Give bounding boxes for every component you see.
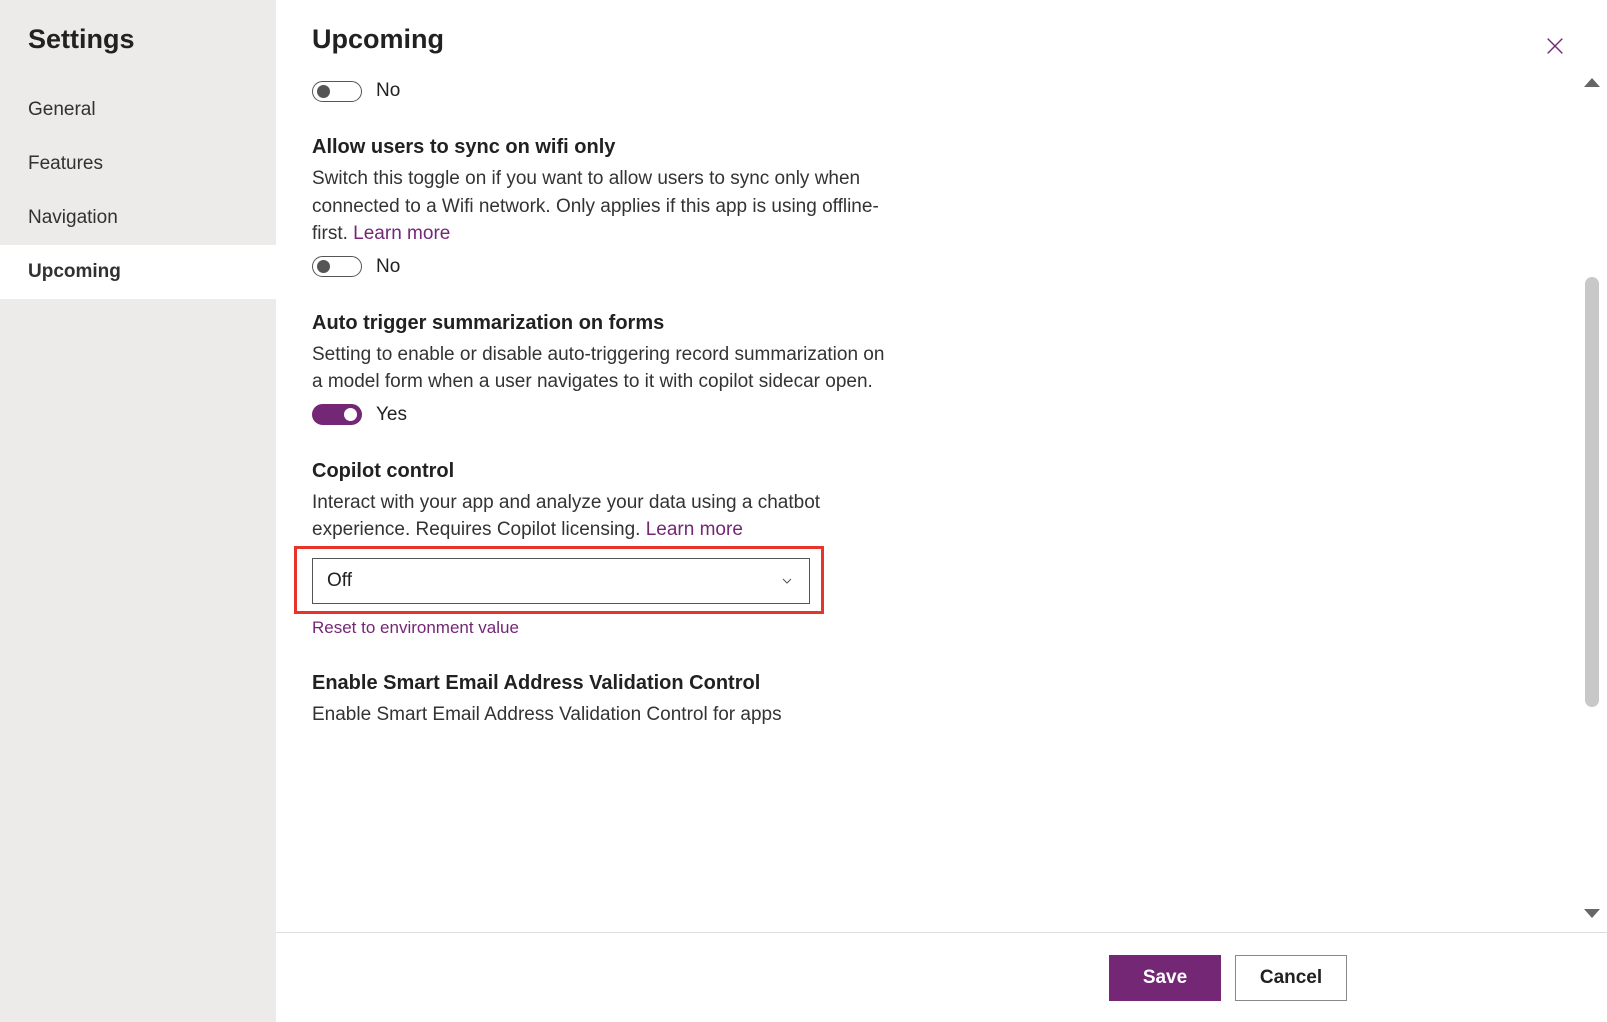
- setting-description: Switch this toggle on if you want to all…: [312, 165, 892, 248]
- settings-sidebar: Settings General Features Navigation Upc…: [0, 0, 276, 1022]
- learn-more-link[interactable]: Learn more: [646, 519, 743, 540]
- sidebar-item-general[interactable]: General: [0, 83, 276, 137]
- toggle-row: Yes: [312, 404, 1541, 426]
- sidebar-title: Settings: [0, 24, 276, 83]
- copilot-dropdown[interactable]: Off: [312, 558, 810, 604]
- reset-to-environment-link[interactable]: Reset to environment value: [312, 618, 519, 638]
- close-icon: [1544, 35, 1566, 57]
- scrollbar: [1577, 72, 1607, 932]
- setting-smart-email: Enable Smart Email Address Validation Co…: [312, 672, 1541, 729]
- setting-description: Setting to enable or disable auto-trigge…: [312, 341, 892, 396]
- sidebar-item-upcoming[interactable]: Upcoming: [0, 245, 276, 299]
- toggle-state-label: No: [376, 256, 400, 278]
- footer: Save Cancel: [276, 932, 1607, 1022]
- page-title: Upcoming: [312, 24, 444, 55]
- setting-description: Enable Smart Email Address Validation Co…: [312, 701, 892, 729]
- sidebar-item-label: General: [28, 99, 96, 120]
- sidebar-item-label: Features: [28, 153, 103, 174]
- auto-summarize-toggle[interactable]: [312, 404, 362, 425]
- setting-toggle[interactable]: [312, 81, 362, 102]
- toggle-state-label: Yes: [376, 404, 407, 426]
- scroll-thumb[interactable]: [1585, 277, 1599, 707]
- copilot-dropdown-container: Off: [312, 558, 810, 604]
- setting-title: Copilot control: [312, 460, 1541, 483]
- learn-more-link[interactable]: Learn more: [353, 223, 450, 244]
- sidebar-item-navigation[interactable]: Navigation: [0, 191, 276, 245]
- main-pane: Upcoming No Allow users to sync on wifi …: [276, 0, 1607, 1022]
- toggle-row: No: [312, 256, 1541, 278]
- setting-wifi-sync: Allow users to sync on wifi only Switch …: [312, 136, 1541, 278]
- dropdown-selected-value: Off: [327, 570, 352, 592]
- toggle-row: No: [312, 80, 1541, 102]
- wifi-sync-toggle[interactable]: [312, 256, 362, 277]
- scroll-down-arrow[interactable]: [1584, 909, 1600, 918]
- sidebar-item-features[interactable]: Features: [0, 137, 276, 191]
- toggle-state-label: No: [376, 80, 400, 102]
- setting-auto-summarize: Auto trigger summarization on forms Sett…: [312, 312, 1541, 426]
- sidebar-item-label: Upcoming: [28, 261, 121, 282]
- scroll-up-arrow[interactable]: [1584, 78, 1600, 87]
- setting-title: Enable Smart Email Address Validation Co…: [312, 672, 1541, 695]
- main-header: Upcoming: [276, 0, 1607, 72]
- cancel-button[interactable]: Cancel: [1235, 955, 1347, 1001]
- setting-title: Auto trigger summarization on forms: [312, 312, 1541, 335]
- setting-copilot-control: Copilot control Interact with your app a…: [312, 460, 1541, 638]
- chevron-down-icon: [779, 573, 795, 589]
- scroll-track[interactable]: [1585, 97, 1599, 909]
- close-button[interactable]: [1539, 30, 1571, 62]
- scrollable-content: No Allow users to sync on wifi only Swit…: [276, 72, 1607, 932]
- setting-title: Allow users to sync on wifi only: [312, 136, 1541, 159]
- save-button[interactable]: Save: [1109, 955, 1221, 1001]
- setting-description: Interact with your app and analyze your …: [312, 489, 892, 544]
- sidebar-item-label: Navigation: [28, 207, 118, 228]
